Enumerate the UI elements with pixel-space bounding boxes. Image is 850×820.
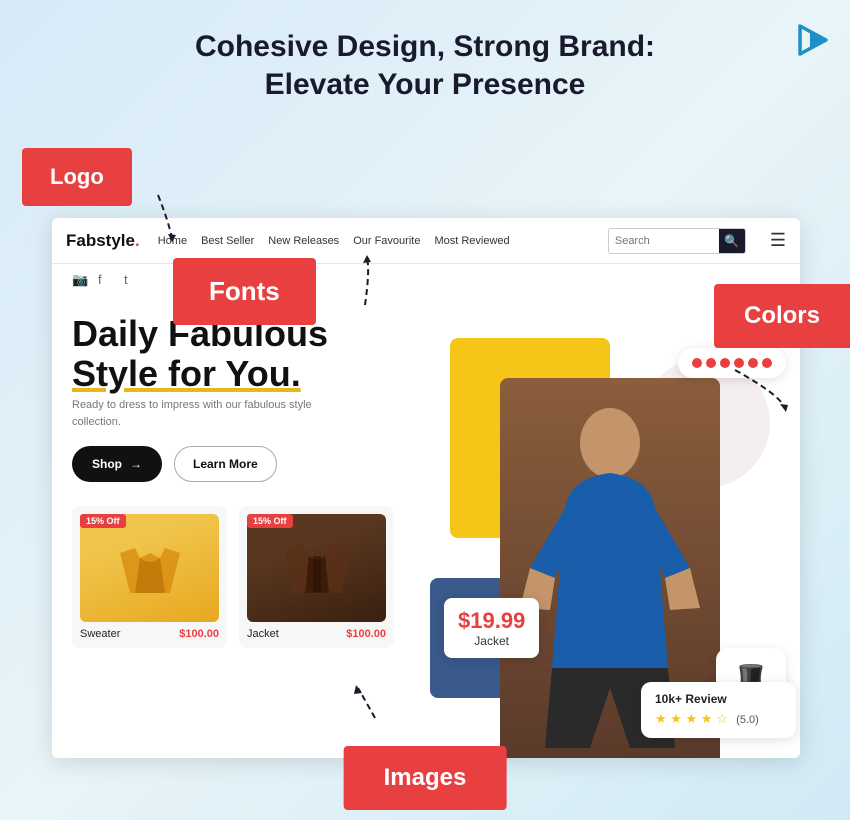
dot2 <box>706 358 716 368</box>
colors-annotation: Colors <box>714 284 850 348</box>
twitter-icon[interactable]: t <box>124 272 142 290</box>
review-card: 10k+ Review ★ ★ ★ ★ ☆ (5.0) <box>641 682 796 738</box>
hero-left: Daily Fabulous Style for You. Ready to d… <box>52 298 472 758</box>
product-price-jacket: $100.00 <box>346 628 386 640</box>
product-info-sweater: Sweater $100.00 <box>80 628 219 640</box>
nav-links[interactable]: Home Best Seller New Releases Our Favour… <box>158 235 590 247</box>
learn-more-button[interactable]: Learn More <box>174 446 277 482</box>
page-title: Cohesive Design, Strong Brand: Elevate Y… <box>20 28 830 103</box>
product-name-sweater: Sweater <box>80 628 120 640</box>
price-amount: $19.99 <box>458 608 525 634</box>
logo-annotation: Logo <box>22 148 132 206</box>
product-badge-sweater: 15% Off <box>80 514 126 528</box>
hero-section: Daily Fabulous Style for You. Ready to d… <box>52 298 800 758</box>
dot5 <box>748 358 758 368</box>
brand-logo-icon <box>788 18 832 62</box>
product-image-jacket <box>247 514 386 622</box>
social-row: 📷 f t <box>52 264 800 298</box>
nav-bestseller[interactable]: Best Seller <box>201 235 254 247</box>
nav-brand: Fabstyle. <box>66 231 140 251</box>
nav-ourfavourite[interactable]: Our Favourite <box>353 235 420 247</box>
review-stars-row: ★ ★ ★ ★ ☆ (5.0) <box>655 710 782 728</box>
hero-right: $19.99 Jacket 🎩 10k+ Review ★ ★ ★ ★ <box>420 298 800 758</box>
facebook-icon[interactable]: f <box>98 272 116 290</box>
product-cards: 15% Off Sweater $100.00 15% Off <box>72 506 452 648</box>
search-icon: 🔍 <box>724 234 739 248</box>
product-badge-jacket: 15% Off <box>247 514 293 528</box>
fonts-annotation: Fonts <box>173 258 316 325</box>
browser-mockup: Fabstyle. Home Best Seller New Releases … <box>52 218 800 758</box>
dot4 <box>734 358 744 368</box>
product-info-jacket: Jacket $100.00 <box>247 628 386 640</box>
dot1 <box>692 358 702 368</box>
price-badge: $19.99 Jacket <box>444 598 539 658</box>
dot6 <box>762 358 772 368</box>
dot3 <box>720 358 730 368</box>
review-count: (5.0) <box>736 714 759 726</box>
hero-subtitle: Ready to dress to impress with our fabul… <box>72 397 352 430</box>
search-input[interactable] <box>609 235 719 247</box>
hero-title: Daily Fabulous Style for You. <box>72 314 452 393</box>
search-button[interactable]: 🔍 <box>719 228 745 254</box>
nav-newreleases[interactable]: New Releases <box>268 235 339 247</box>
nav-home[interactable]: Home <box>158 235 187 247</box>
product-price-sweater: $100.00 <box>179 628 219 640</box>
product-image-sweater <box>80 514 219 622</box>
product-card-jacket[interactable]: 15% Off Jacket $100.00 <box>239 506 394 648</box>
nav-search[interactable]: 🔍 <box>608 228 746 254</box>
chat-bubble <box>678 348 786 378</box>
hamburger-menu[interactable]: ☰ <box>770 230 786 251</box>
review-stars: ★ ★ ★ ★ ☆ <box>655 711 728 726</box>
instagram-icon[interactable]: 📷 <box>72 272 90 290</box>
product-name-jacket: Jacket <box>247 628 279 640</box>
page-header: Cohesive Design, Strong Brand: Elevate Y… <box>0 0 850 121</box>
hero-buttons: Shop → Learn More <box>72 446 452 482</box>
arrow-icon: → <box>130 457 142 471</box>
images-annotation: Images <box>344 746 507 810</box>
price-label: Jacket <box>458 634 525 648</box>
nav-bar: Fabstyle. Home Best Seller New Releases … <box>52 218 800 264</box>
shop-button[interactable]: Shop → <box>72 446 162 482</box>
review-title: 10k+ Review <box>655 692 782 706</box>
product-card-sweater[interactable]: 15% Off Sweater $100.00 <box>72 506 227 648</box>
nav-mostreviewed[interactable]: Most Reviewed <box>434 235 509 247</box>
